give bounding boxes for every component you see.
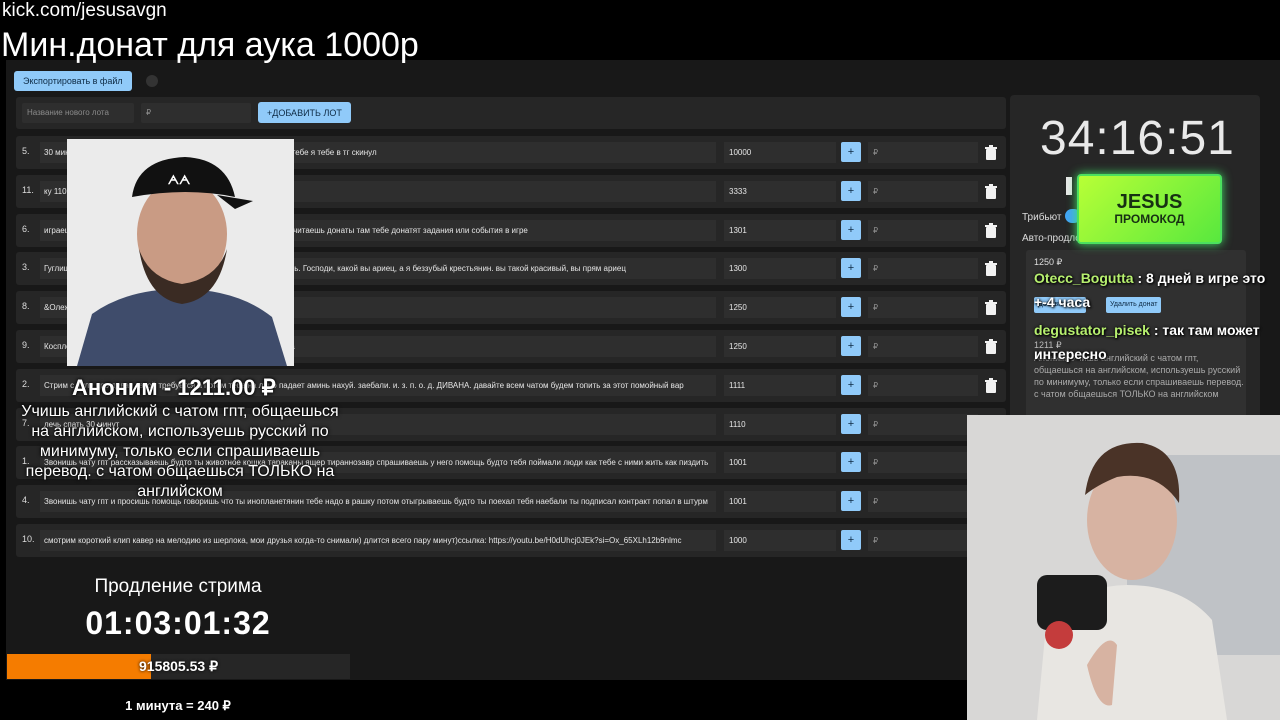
- lot-amount-field[interactable]: 1300: [724, 258, 836, 280]
- extension-timer: 01:03:01:32: [85, 605, 271, 641]
- add-lot-button[interactable]: +ДОБАВИТЬ ЛОТ: [258, 102, 351, 123]
- donation-title: Аноним - 1211.00 ₽: [72, 375, 276, 400]
- lot-plus-button[interactable]: +: [841, 142, 861, 162]
- lot-name-field[interactable]: смотрим короткий клип кавер на мелодию и…: [40, 530, 716, 551]
- app-toolbar: Экспортировать в файл: [14, 69, 158, 93]
- lot-add-amount-input[interactable]: ₽: [868, 452, 978, 474]
- lot-amount-field[interactable]: 1301: [724, 219, 836, 241]
- webcam-feed: [967, 415, 1280, 720]
- pause-icon[interactable]: [1066, 177, 1072, 195]
- auction-timer: 34:16:51: [1040, 112, 1235, 165]
- lot-amount-field[interactable]: 1001: [724, 491, 836, 513]
- chat-message: degustator_pisek : так там может интерес…: [1034, 318, 1274, 366]
- lot-number: 6.: [22, 223, 30, 234]
- lot-plus-button[interactable]: +: [841, 452, 861, 473]
- lot-number: 10.: [22, 534, 35, 544]
- promo-badge: JESUS ПРОМОКОД: [1077, 174, 1222, 244]
- lot-amount-field[interactable]: 10000: [724, 142, 836, 163]
- lot-plus-button[interactable]: +: [841, 530, 861, 550]
- lot-number: 3.: [22, 262, 30, 273]
- toggle-indicator[interactable]: [145, 75, 158, 87]
- lot-plus-button[interactable]: +: [841, 297, 861, 318]
- lot-add-amount-input[interactable]: ₽: [868, 374, 978, 396]
- lot-add-amount-input[interactable]: ₽: [868, 491, 978, 513]
- chat-username: degustator_pisek: [1034, 322, 1150, 338]
- add-lot-row: Название нового лота ₽ +ДОБАВИТЬ ЛОТ: [16, 97, 1006, 129]
- extension-rate: 1 минута = 240 ₽: [125, 698, 231, 713]
- promo-title: JESUS: [1116, 191, 1183, 213]
- chat-username: Otecc_Bogutta: [1034, 270, 1134, 286]
- chat-message: Otecc_Bogutta : 8 дней в игре это +-4 ча…: [1034, 266, 1274, 314]
- trash-icon[interactable]: [984, 377, 998, 394]
- extension-progress-bar: 915805.53 ₽: [7, 654, 350, 679]
- svg-text:ᗅᗅ: ᗅᗅ: [168, 173, 191, 187]
- lot-amount-field[interactable]: 3333: [724, 180, 836, 202]
- lot-add-amount-input[interactable]: ₽: [868, 258, 978, 280]
- lot-add-amount-input[interactable]: ₽: [868, 413, 978, 435]
- tribute-label: Трибьют: [1022, 212, 1062, 223]
- lot-number: 11.: [22, 184, 34, 195]
- trash-icon[interactable]: [984, 339, 998, 355]
- trash-icon[interactable]: [984, 261, 998, 277]
- lot-add-amount-input[interactable]: ₽: [868, 530, 978, 551]
- lot-add-amount-input[interactable]: ₽: [868, 142, 978, 163]
- lot-plus-button[interactable]: +: [841, 180, 861, 201]
- lot-amount-field[interactable]: 1000: [724, 530, 836, 551]
- lot-plus-button[interactable]: +: [841, 491, 861, 512]
- lot-plus-button[interactable]: +: [841, 413, 861, 434]
- lot-amount-field[interactable]: 1111: [724, 374, 836, 396]
- export-button[interactable]: Экспортировать в файл: [14, 71, 132, 91]
- lot-number: 9.: [22, 340, 30, 350]
- lot-amount-field[interactable]: 1250: [724, 297, 836, 319]
- progress-amount: 915805.53 ₽: [139, 658, 218, 674]
- lot-number: 2.: [22, 378, 30, 389]
- lot-plus-button[interactable]: +: [841, 374, 861, 395]
- lot-amount-field[interactable]: 1250: [724, 336, 836, 357]
- channel-url: kick.com/jesusavgn: [2, 0, 167, 21]
- new-lot-name-input[interactable]: Название нового лота: [22, 103, 134, 123]
- trash-icon[interactable]: [984, 300, 998, 316]
- donation-message: Учишь английский с чатом гпт, общаешься …: [21, 403, 339, 500]
- lot-plus-button[interactable]: +: [841, 336, 861, 356]
- lot-amount-field[interactable]: 1110: [724, 413, 836, 435]
- lot-add-amount-input[interactable]: ₽: [868, 180, 978, 202]
- lot-plus-button[interactable]: +: [841, 219, 861, 240]
- donor-avatar: ᗅᗅ: [67, 139, 294, 366]
- new-lot-amount-input[interactable]: ₽: [141, 103, 251, 123]
- lot-add-amount-input[interactable]: ₽: [868, 219, 978, 241]
- stream-frame: Экспортировать в файл Название нового ло…: [0, 0, 1280, 720]
- lot-number: 5.: [22, 146, 30, 156]
- promo-subtitle: ПРОМОКОД: [1114, 212, 1185, 226]
- lot-number: 8.: [22, 301, 30, 312]
- lot-plus-button[interactable]: +: [841, 258, 861, 279]
- trash-icon[interactable]: [984, 183, 998, 200]
- trash-icon[interactable]: [984, 222, 998, 239]
- lot-add-amount-input[interactable]: ₽: [868, 336, 978, 357]
- min-donation-headline: Мин.донат для аука 1000р: [1, 26, 419, 64]
- lot-add-amount-input[interactable]: ₽: [868, 297, 978, 319]
- trash-icon[interactable]: [984, 145, 998, 161]
- lot-amount-field[interactable]: 1001: [724, 452, 836, 474]
- extension-label: Продление стрима: [94, 576, 262, 597]
- lot-row: 10. смотрим короткий клип кавер на мелоди…: [16, 524, 1006, 557]
